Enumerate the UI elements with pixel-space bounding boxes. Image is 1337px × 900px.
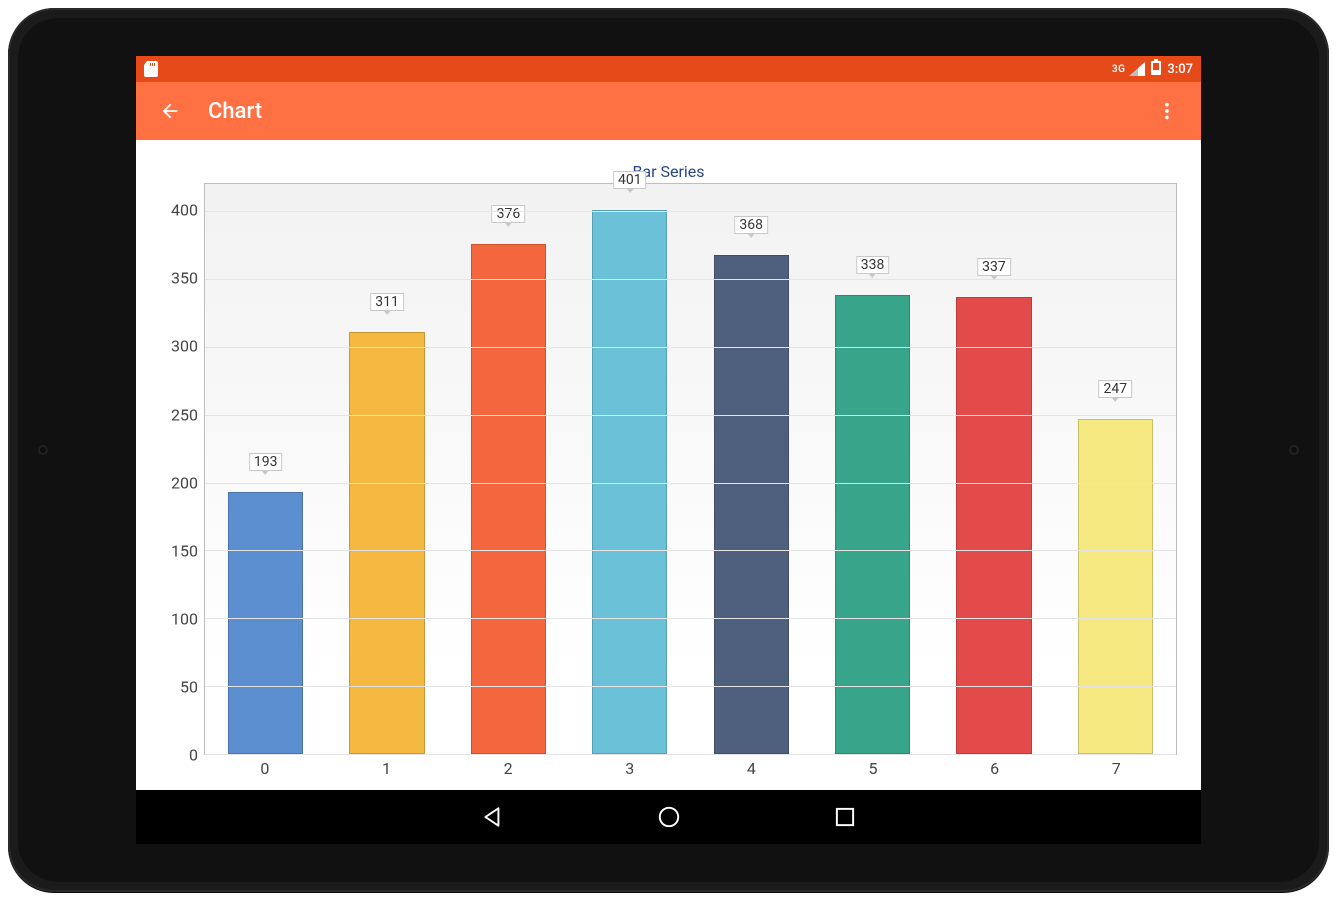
y-tick-label: 200 xyxy=(171,473,198,492)
camera-right xyxy=(1289,445,1299,455)
y-tick-label: 400 xyxy=(171,201,198,220)
x-tick-label: 3 xyxy=(625,759,634,778)
bar[interactable] xyxy=(471,244,546,754)
gridline xyxy=(205,550,1176,551)
overflow-menu-button[interactable] xyxy=(1147,91,1187,131)
x-tick-label: 7 xyxy=(1112,759,1121,778)
x-tick-label: 5 xyxy=(868,759,877,778)
bar[interactable] xyxy=(714,255,789,754)
circle-home-icon xyxy=(656,804,682,830)
battery-icon xyxy=(1151,59,1161,79)
chart-title: Bar Series xyxy=(160,162,1177,183)
bar-value-label: 376 xyxy=(492,205,526,223)
bar-value-label: 193 xyxy=(249,453,283,471)
bar-value-label: 247 xyxy=(1099,380,1133,398)
gridline xyxy=(205,686,1176,687)
bars-container: 193311376401368338337247 xyxy=(205,184,1176,754)
bar-value-label: 337 xyxy=(977,258,1011,276)
gridline xyxy=(205,347,1176,348)
page-title: Chart xyxy=(208,99,262,124)
gridline xyxy=(205,279,1176,280)
sd-card-icon xyxy=(144,61,158,77)
nav-back-button[interactable] xyxy=(480,804,506,830)
more-vert-icon xyxy=(1156,100,1178,122)
bar[interactable] xyxy=(228,492,303,754)
y-tick-label: 100 xyxy=(171,609,198,628)
bar-value-label: 311 xyxy=(370,293,404,311)
android-nav-bar xyxy=(136,790,1201,844)
triangle-back-icon xyxy=(480,804,506,830)
y-tick-label: 0 xyxy=(189,746,198,765)
bar-value-label: 338 xyxy=(856,256,890,274)
app-bar: Chart xyxy=(136,82,1201,140)
x-tick-label: 4 xyxy=(747,759,756,778)
clock-label: 3:07 xyxy=(1167,62,1193,77)
network-indicator: 3G xyxy=(1112,62,1146,76)
x-tick-label: 0 xyxy=(260,759,269,778)
x-tick-label: 1 xyxy=(382,759,391,778)
network-type-label: 3G xyxy=(1112,64,1126,75)
bar-value-label: 401 xyxy=(613,171,647,189)
back-button[interactable] xyxy=(150,91,190,131)
bar[interactable] xyxy=(1078,419,1153,754)
x-tick-label: 2 xyxy=(504,759,513,778)
gridline xyxy=(205,415,1176,416)
screen: 3G 3:07 Chart Bar Series 0 50 1 0 xyxy=(136,56,1201,844)
gridline xyxy=(205,211,1176,212)
gridline xyxy=(205,618,1176,619)
y-tick-label: 150 xyxy=(171,541,198,560)
y-axis: 050100150200250300350400 xyxy=(160,183,204,755)
chart-content: Bar Series 050100150200250300350400 1933… xyxy=(136,140,1201,790)
camera-left xyxy=(38,445,48,455)
bar-value-label: 368 xyxy=(734,216,768,234)
nav-recent-button[interactable] xyxy=(832,804,858,830)
nav-home-button[interactable] xyxy=(656,804,682,830)
square-recent-icon xyxy=(832,804,858,830)
y-tick-label: 250 xyxy=(171,405,198,424)
x-tick-label: 6 xyxy=(990,759,999,778)
tablet-frame: 3G 3:07 Chart Bar Series 0 50 1 0 xyxy=(8,8,1329,892)
signal-icon xyxy=(1129,62,1145,76)
y-tick-label: 300 xyxy=(171,337,198,356)
arrow-back-icon xyxy=(159,100,181,122)
x-axis: 0 1 2 3 4 5 6 7 xyxy=(204,755,1177,777)
y-tick-label: 350 xyxy=(171,269,198,288)
plot-area: 193311376401368338337247 xyxy=(204,183,1177,755)
gridline xyxy=(205,483,1176,484)
bar[interactable] xyxy=(349,332,424,754)
status-bar: 3G 3:07 xyxy=(136,56,1201,82)
y-tick-label: 50 xyxy=(180,677,198,696)
